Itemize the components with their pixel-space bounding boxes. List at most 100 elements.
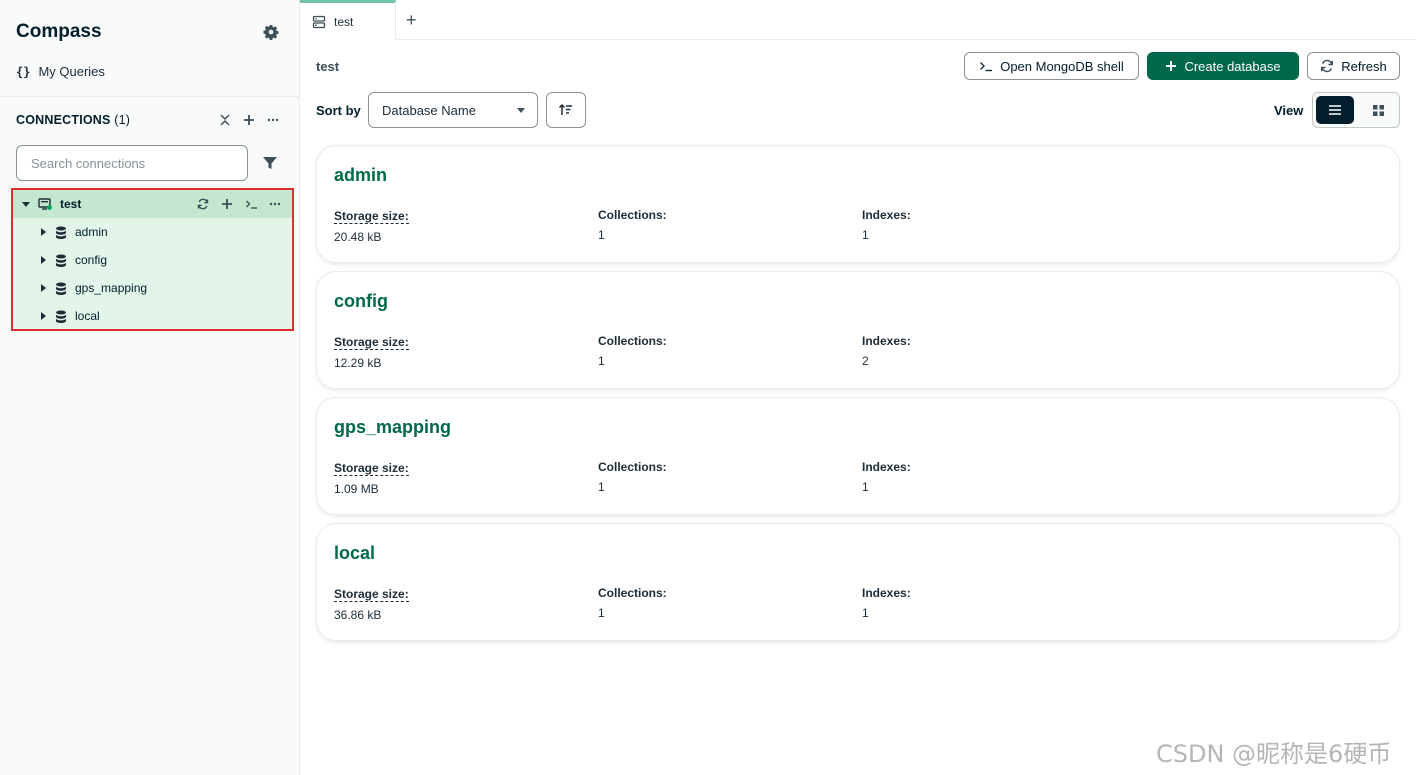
view-toggle: [1312, 92, 1400, 128]
database-card-config[interactable]: config Storage size: 12.29 kB Collection…: [316, 271, 1400, 389]
indexes-value: 2: [862, 354, 869, 368]
database-card-local[interactable]: local Storage size: 36.86 kB Collections…: [316, 523, 1400, 641]
my-queries-label: My Queries: [38, 64, 105, 79]
tab-test[interactable]: test: [300, 0, 396, 40]
tree-database-item[interactable]: admin: [13, 218, 292, 246]
sort-select-value: Database Name: [382, 102, 476, 118]
storage-label: Storage size:: [334, 461, 409, 476]
collections-label: Collections:: [598, 586, 667, 600]
tree-connection-test[interactable]: test: [13, 190, 292, 218]
open-shell-label: Open MongoDB shell: [1000, 58, 1124, 74]
sort-ascending-icon: [558, 103, 572, 115]
sort-direction-button[interactable]: [546, 92, 586, 128]
storage-value: 1.09 MB: [334, 482, 379, 496]
connections-label: CONNECTIONS: [16, 113, 111, 127]
storage-stat: Storage size: 36.86 kB: [334, 586, 409, 622]
indexes-stat: Indexes: 1: [862, 208, 911, 242]
caret-right-icon[interactable]: [41, 312, 46, 320]
server-icon: [312, 15, 326, 28]
database-icon: [56, 310, 66, 323]
gear-icon[interactable]: [263, 24, 279, 40]
connections-header: CONNECTIONS (1): [16, 113, 130, 127]
sidebar-divider: [0, 96, 300, 97]
database-icon: [56, 254, 66, 267]
collections-stat: Collections: 1: [598, 334, 667, 368]
chevron-down-icon: [517, 108, 525, 113]
tree-database-item[interactable]: gps_mapping: [13, 274, 292, 302]
collections-value: 1: [598, 228, 605, 242]
database-card-admin[interactable]: admin Storage size: 20.48 kB Collections…: [316, 145, 1400, 263]
add-tab-icon[interactable]: +: [406, 11, 417, 29]
more-options-icon[interactable]: [266, 112, 280, 128]
collections-label: Collections:: [598, 208, 667, 222]
filter-icon[interactable]: [262, 155, 278, 171]
tree-database-label: local: [75, 309, 100, 323]
search-connections-input[interactable]: [16, 145, 248, 181]
shell-icon[interactable]: [244, 196, 258, 212]
create-database-label: Create database: [1184, 58, 1281, 74]
indexes-stat: Indexes: 2: [862, 334, 911, 368]
breadcrumb[interactable]: test: [316, 59, 339, 74]
refresh-icon: [1321, 59, 1334, 73]
app-title: Compass: [16, 21, 102, 42]
add-connection-icon[interactable]: [242, 112, 256, 128]
tree-database-label: gps_mapping: [75, 281, 148, 295]
caret-down-icon[interactable]: [22, 201, 30, 207]
storage-value: 36.86 kB: [334, 608, 382, 622]
indexes-value: 1: [862, 228, 869, 242]
database-card-title[interactable]: config: [334, 291, 388, 312]
add-database-icon[interactable]: [220, 196, 234, 212]
tree-database-label: config: [75, 253, 108, 267]
list-icon: [1329, 105, 1341, 115]
shell-icon: [980, 62, 993, 72]
collections-label: Collections:: [598, 460, 667, 474]
view-label: View: [1274, 103, 1304, 118]
indexes-stat: Indexes: 1: [862, 586, 911, 620]
storage-value: 20.48 kB: [334, 230, 382, 244]
storage-stat: Storage size: 20.48 kB: [334, 208, 409, 244]
collections-value: 1: [598, 354, 605, 368]
storage-label: Storage size:: [334, 587, 409, 602]
tree-database-item[interactable]: local: [13, 302, 292, 330]
caret-right-icon[interactable]: [41, 284, 46, 292]
my-queries-link[interactable]: {} My Queries: [16, 64, 105, 79]
tree-database-item[interactable]: config: [13, 246, 292, 274]
connections-count: (1): [114, 113, 131, 127]
collapse-all-icon[interactable]: [218, 112, 232, 128]
indexes-value: 1: [862, 480, 869, 494]
tree-database-label: admin: [75, 225, 108, 239]
indexes-value: 1: [862, 606, 869, 620]
connection-tree: test admin config gps_mapping local: [11, 188, 294, 331]
refresh-icon[interactable]: [196, 196, 210, 212]
collections-stat: Collections: 1: [598, 460, 667, 494]
list-view-button[interactable]: [1316, 96, 1354, 124]
indexes-label: Indexes:: [862, 208, 911, 222]
open-shell-button[interactable]: Open MongoDB shell: [964, 52, 1139, 80]
database-card-gps-mapping[interactable]: gps_mapping Storage size: 1.09 MB Collec…: [316, 397, 1400, 515]
storage-label: Storage size:: [334, 209, 409, 224]
collections-value: 1: [598, 480, 605, 494]
connection-icon: [38, 198, 52, 210]
create-database-button[interactable]: Create database: [1147, 52, 1299, 80]
indexes-label: Indexes:: [862, 334, 911, 348]
storage-stat: Storage size: 12.29 kB: [334, 334, 409, 370]
more-options-icon[interactable]: [268, 196, 282, 212]
grid-view-button[interactable]: [1359, 96, 1397, 124]
caret-right-icon[interactable]: [41, 256, 46, 264]
tree-connection-label: test: [60, 197, 82, 211]
indexes-stat: Indexes: 1: [862, 460, 911, 494]
database-card-title[interactable]: admin: [334, 165, 387, 186]
refresh-button[interactable]: Refresh: [1307, 52, 1400, 80]
database-icon: [56, 282, 66, 295]
collections-stat: Collections: 1: [598, 586, 667, 620]
storage-value: 12.29 kB: [334, 356, 382, 370]
database-card-title[interactable]: local: [334, 543, 375, 564]
indexes-label: Indexes:: [862, 586, 911, 600]
caret-right-icon[interactable]: [41, 228, 46, 236]
connection-row-actions: [196, 196, 282, 212]
connections-actions: [218, 112, 280, 128]
database-card-title[interactable]: gps_mapping: [334, 417, 451, 438]
database-icon: [56, 226, 66, 239]
refresh-label: Refresh: [1341, 58, 1387, 74]
sort-select[interactable]: Database Name: [368, 92, 538, 128]
